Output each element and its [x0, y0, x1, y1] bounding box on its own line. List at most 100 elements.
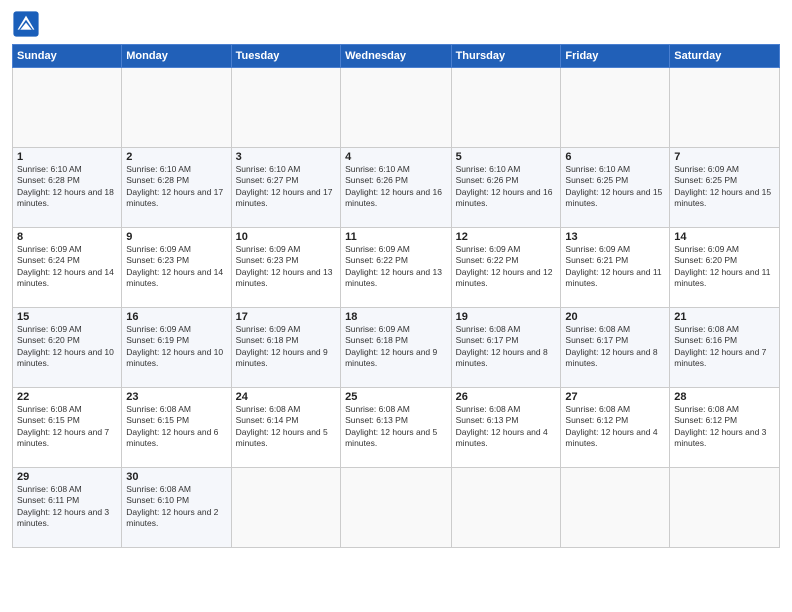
- calendar-cell: 21 Sunrise: 6:08 AMSunset: 6:16 PMDaylig…: [670, 308, 780, 388]
- calendar-cell: [341, 68, 451, 148]
- calendar-cell: 19 Sunrise: 6:08 AMSunset: 6:17 PMDaylig…: [451, 308, 561, 388]
- day-number: 3: [236, 151, 336, 163]
- day-info: Sunrise: 6:10 AMSunset: 6:27 PMDaylight:…: [236, 164, 336, 210]
- day-info: Sunrise: 6:09 AMSunset: 6:19 PMDaylight:…: [126, 324, 226, 370]
- day-info: Sunrise: 6:08 AMSunset: 6:11 PMDaylight:…: [17, 484, 117, 530]
- calendar-cell: [341, 468, 451, 548]
- calendar-cell: 3 Sunrise: 6:10 AMSunset: 6:27 PMDayligh…: [231, 148, 340, 228]
- header-day-monday: Monday: [122, 45, 231, 68]
- header-day-friday: Friday: [561, 45, 670, 68]
- day-number: 4: [345, 151, 446, 163]
- day-number: 9: [126, 231, 226, 243]
- calendar-cell: [122, 68, 231, 148]
- calendar-cell: [231, 68, 340, 148]
- calendar-cell: 1 Sunrise: 6:10 AMSunset: 6:28 PMDayligh…: [13, 148, 122, 228]
- day-number: 2: [126, 151, 226, 163]
- day-info: Sunrise: 6:09 AMSunset: 6:18 PMDaylight:…: [345, 324, 446, 370]
- day-number: 8: [17, 231, 117, 243]
- calendar-cell: 24 Sunrise: 6:08 AMSunset: 6:14 PMDaylig…: [231, 388, 340, 468]
- calendar-cell: [670, 468, 780, 548]
- calendar-cell: 4 Sunrise: 6:10 AMSunset: 6:26 PMDayligh…: [341, 148, 451, 228]
- logo: [12, 10, 44, 38]
- calendar-cell: 14 Sunrise: 6:09 AMSunset: 6:20 PMDaylig…: [670, 228, 780, 308]
- day-number: 6: [565, 151, 665, 163]
- calendar-cell: 25 Sunrise: 6:08 AMSunset: 6:13 PMDaylig…: [341, 388, 451, 468]
- day-info: Sunrise: 6:09 AMSunset: 6:24 PMDaylight:…: [17, 244, 117, 290]
- header-day-tuesday: Tuesday: [231, 45, 340, 68]
- day-info: Sunrise: 6:10 AMSunset: 6:26 PMDaylight:…: [345, 164, 446, 210]
- day-info: Sunrise: 6:09 AMSunset: 6:25 PMDaylight:…: [674, 164, 775, 210]
- calendar-cell: 22 Sunrise: 6:08 AMSunset: 6:15 PMDaylig…: [13, 388, 122, 468]
- calendar-week-4: 22 Sunrise: 6:08 AMSunset: 6:15 PMDaylig…: [13, 388, 780, 468]
- calendar-body: 1 Sunrise: 6:10 AMSunset: 6:28 PMDayligh…: [13, 68, 780, 548]
- calendar-cell: 23 Sunrise: 6:08 AMSunset: 6:15 PMDaylig…: [122, 388, 231, 468]
- day-number: 15: [17, 311, 117, 323]
- day-number: 30: [126, 471, 226, 483]
- day-info: Sunrise: 6:08 AMSunset: 6:17 PMDaylight:…: [456, 324, 557, 370]
- calendar-cell: 13 Sunrise: 6:09 AMSunset: 6:21 PMDaylig…: [561, 228, 670, 308]
- calendar-cell: [561, 68, 670, 148]
- day-info: Sunrise: 6:10 AMSunset: 6:26 PMDaylight:…: [456, 164, 557, 210]
- day-info: Sunrise: 6:08 AMSunset: 6:10 PMDaylight:…: [126, 484, 226, 530]
- calendar-week-0: [13, 68, 780, 148]
- calendar-cell: 10 Sunrise: 6:09 AMSunset: 6:23 PMDaylig…: [231, 228, 340, 308]
- day-info: Sunrise: 6:10 AMSunset: 6:28 PMDaylight:…: [17, 164, 117, 210]
- calendar-cell: 8 Sunrise: 6:09 AMSunset: 6:24 PMDayligh…: [13, 228, 122, 308]
- calendar-cell: 6 Sunrise: 6:10 AMSunset: 6:25 PMDayligh…: [561, 148, 670, 228]
- day-info: Sunrise: 6:09 AMSunset: 6:21 PMDaylight:…: [565, 244, 665, 290]
- day-number: 25: [345, 391, 446, 403]
- day-info: Sunrise: 6:08 AMSunset: 6:12 PMDaylight:…: [565, 404, 665, 450]
- header: [12, 10, 780, 38]
- calendar-cell: 5 Sunrise: 6:10 AMSunset: 6:26 PMDayligh…: [451, 148, 561, 228]
- day-info: Sunrise: 6:08 AMSunset: 6:13 PMDaylight:…: [345, 404, 446, 450]
- day-number: 14: [674, 231, 775, 243]
- header-row: SundayMondayTuesdayWednesdayThursdayFrid…: [13, 45, 780, 68]
- calendar-cell: 12 Sunrise: 6:09 AMSunset: 6:22 PMDaylig…: [451, 228, 561, 308]
- day-info: Sunrise: 6:09 AMSunset: 6:20 PMDaylight:…: [674, 244, 775, 290]
- day-number: 11: [345, 231, 446, 243]
- day-number: 10: [236, 231, 336, 243]
- day-number: 24: [236, 391, 336, 403]
- day-number: 12: [456, 231, 557, 243]
- calendar-cell: 26 Sunrise: 6:08 AMSunset: 6:13 PMDaylig…: [451, 388, 561, 468]
- calendar-week-3: 15 Sunrise: 6:09 AMSunset: 6:20 PMDaylig…: [13, 308, 780, 388]
- day-info: Sunrise: 6:08 AMSunset: 6:15 PMDaylight:…: [17, 404, 117, 450]
- calendar-cell: 30 Sunrise: 6:08 AMSunset: 6:10 PMDaylig…: [122, 468, 231, 548]
- calendar-cell: 16 Sunrise: 6:09 AMSunset: 6:19 PMDaylig…: [122, 308, 231, 388]
- calendar-cell: [561, 468, 670, 548]
- day-number: 27: [565, 391, 665, 403]
- day-info: Sunrise: 6:09 AMSunset: 6:22 PMDaylight:…: [345, 244, 446, 290]
- calendar-cell: 9 Sunrise: 6:09 AMSunset: 6:23 PMDayligh…: [122, 228, 231, 308]
- day-info: Sunrise: 6:09 AMSunset: 6:23 PMDaylight:…: [236, 244, 336, 290]
- calendar-cell: 2 Sunrise: 6:10 AMSunset: 6:28 PMDayligh…: [122, 148, 231, 228]
- calendar-cell: 18 Sunrise: 6:09 AMSunset: 6:18 PMDaylig…: [341, 308, 451, 388]
- calendar-cell: 27 Sunrise: 6:08 AMSunset: 6:12 PMDaylig…: [561, 388, 670, 468]
- calendar-cell: 15 Sunrise: 6:09 AMSunset: 6:20 PMDaylig…: [13, 308, 122, 388]
- day-number: 28: [674, 391, 775, 403]
- calendar-cell: [231, 468, 340, 548]
- day-info: Sunrise: 6:09 AMSunset: 6:18 PMDaylight:…: [236, 324, 336, 370]
- day-info: Sunrise: 6:08 AMSunset: 6:14 PMDaylight:…: [236, 404, 336, 450]
- calendar-cell: [13, 68, 122, 148]
- header-day-saturday: Saturday: [670, 45, 780, 68]
- calendar-table: SundayMondayTuesdayWednesdayThursdayFrid…: [12, 44, 780, 548]
- day-number: 21: [674, 311, 775, 323]
- day-number: 18: [345, 311, 446, 323]
- day-number: 1: [17, 151, 117, 163]
- day-number: 7: [674, 151, 775, 163]
- day-number: 19: [456, 311, 557, 323]
- calendar-cell: [451, 468, 561, 548]
- calendar-cell: 7 Sunrise: 6:09 AMSunset: 6:25 PMDayligh…: [670, 148, 780, 228]
- day-info: Sunrise: 6:08 AMSunset: 6:15 PMDaylight:…: [126, 404, 226, 450]
- day-info: Sunrise: 6:10 AMSunset: 6:28 PMDaylight:…: [126, 164, 226, 210]
- day-number: 16: [126, 311, 226, 323]
- calendar-week-2: 8 Sunrise: 6:09 AMSunset: 6:24 PMDayligh…: [13, 228, 780, 308]
- calendar-cell: 17 Sunrise: 6:09 AMSunset: 6:18 PMDaylig…: [231, 308, 340, 388]
- day-info: Sunrise: 6:09 AMSunset: 6:23 PMDaylight:…: [126, 244, 226, 290]
- day-number: 5: [456, 151, 557, 163]
- day-number: 20: [565, 311, 665, 323]
- header-day-thursday: Thursday: [451, 45, 561, 68]
- calendar-cell: 20 Sunrise: 6:08 AMSunset: 6:17 PMDaylig…: [561, 308, 670, 388]
- day-number: 17: [236, 311, 336, 323]
- header-day-wednesday: Wednesday: [341, 45, 451, 68]
